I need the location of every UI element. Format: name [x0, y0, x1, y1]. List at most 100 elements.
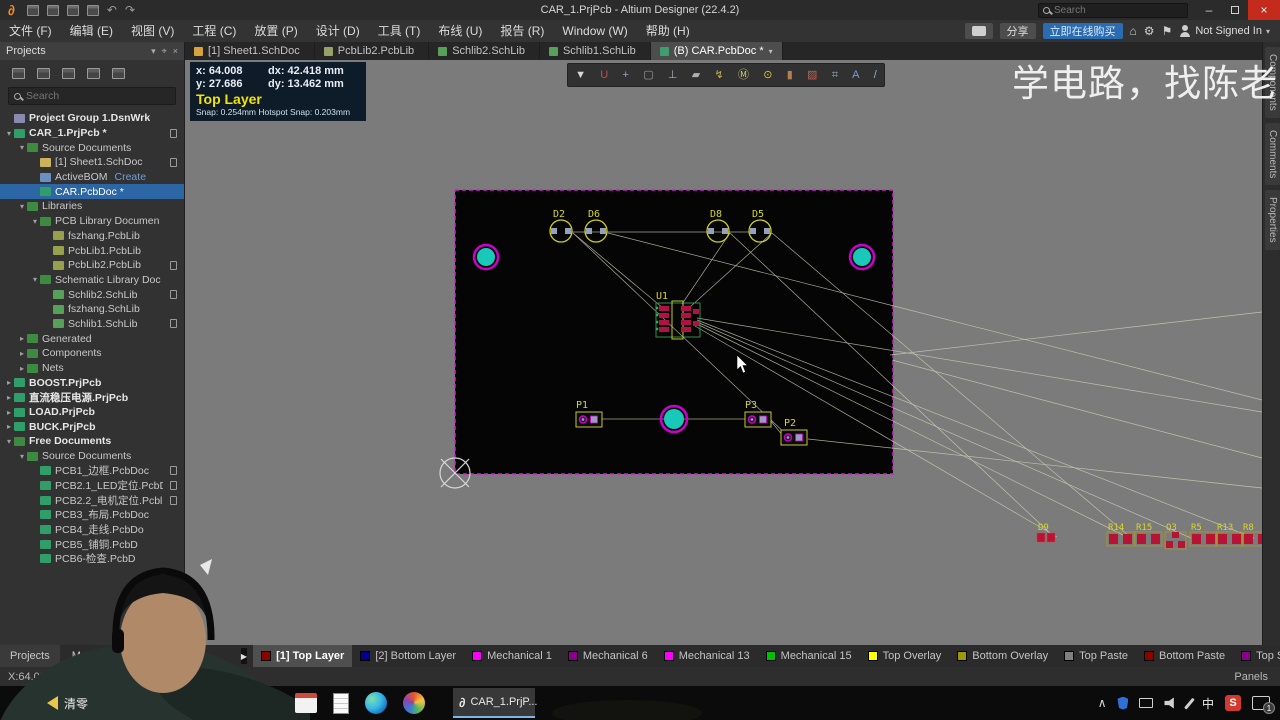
expand-arrow-icon[interactable]: ▸ — [17, 334, 27, 343]
tree-item[interactable]: ▸ LOAD.PrjPcb — [0, 405, 184, 420]
move-icon[interactable]: + — [623, 69, 629, 81]
panel-tab[interactable]: Properties — [1265, 190, 1280, 250]
layer-tab[interactable]: Bottom Overlay — [949, 645, 1056, 667]
selection-icon[interactable]: ▢ — [643, 69, 653, 81]
measure-icon[interactable]: ⊥ — [668, 69, 678, 81]
open-project-icon[interactable] — [86, 4, 99, 16]
layer-scroll-arrow[interactable]: ▶ — [240, 648, 248, 664]
global-search-box[interactable] — [1038, 2, 1188, 18]
tree-item[interactable]: [1] Sheet1.SchDoc — [0, 155, 184, 170]
notepad-icon[interactable] — [333, 692, 349, 714]
save-all-icon[interactable] — [46, 4, 59, 16]
tree-item[interactable]: ▾ Libraries — [0, 199, 184, 214]
via-icon[interactable]: Ⓜ — [738, 69, 749, 81]
menu-item[interactable]: 帮助 (H) — [637, 20, 699, 42]
component-r13[interactable]: R13 — [1215, 523, 1244, 547]
menu-item[interactable]: 布线 (U) — [429, 20, 491, 42]
tree-item[interactable]: ActiveBOM Create — [0, 170, 184, 185]
volume-icon[interactable] — [1164, 697, 1174, 709]
component-d9[interactable]: D9 — [1036, 523, 1056, 543]
dimension-icon[interactable]: ⌗ — [832, 69, 838, 81]
layer-tab[interactable]: [2] Bottom Layer — [352, 645, 464, 667]
share-button[interactable]: 分享 — [999, 23, 1036, 39]
menu-item[interactable]: 放置 (P) — [245, 20, 306, 42]
bottom-tab-messages[interactable]: M — [62, 645, 91, 667]
expand-arrow-icon[interactable]: ▸ — [4, 408, 14, 417]
expand-arrow-icon[interactable]: ▾ — [17, 452, 27, 461]
fill-icon[interactable]: ▨ — [807, 69, 817, 81]
text-icon[interactable]: A — [852, 69, 859, 81]
pcb-editor-canvas[interactable]: D2 D6 D8 D5 U1 P1 P3 P2 D9 R14 R15 Q3 R5… — [185, 60, 1262, 645]
projects-search-box[interactable] — [8, 87, 176, 105]
antivirus-shield-icon[interactable] — [1117, 696, 1129, 710]
gear-icon[interactable]: ⚙ — [1144, 24, 1155, 38]
layer-tab[interactable]: Top Overlay — [860, 645, 950, 667]
tree-item[interactable]: ▸ Components — [0, 346, 184, 361]
expand-arrow-icon[interactable]: ▸ — [4, 378, 14, 387]
ime-language-indicator[interactable]: 中 — [1202, 695, 1214, 712]
pcb-layout[interactable]: D2 D6 D8 D5 U1 P1 P3 P2 D9 R14 R15 Q3 R5… — [185, 60, 1262, 645]
tree-item[interactable]: ▸ BOOST.PrjPcb — [0, 375, 184, 390]
panel-dropdown-icon[interactable]: ▾ — [151, 46, 156, 57]
layer-tab[interactable]: Top Paste — [1056, 645, 1136, 667]
tree-item[interactable]: ▸ Nets — [0, 361, 184, 376]
annotation-tool[interactable]: 清零 — [40, 695, 88, 712]
panel-pin-icon[interactable]: ⌖ — [162, 46, 167, 57]
layer-tab[interactable]: Top Solder — [1233, 645, 1280, 667]
compile-icon[interactable] — [12, 68, 25, 79]
tree-item[interactable]: PCB3_布局.PcbDoc — [0, 508, 184, 523]
redo-icon[interactable]: ↷ — [125, 3, 135, 17]
layer-tab[interactable]: Mechanical 13 — [656, 645, 758, 667]
document-tab[interactable]: PcbLib2.PcbLib — [315, 42, 430, 60]
open-icon[interactable] — [66, 4, 79, 16]
tree-item[interactable]: Schlib1.SchLib — [0, 317, 184, 332]
tree-item[interactable]: PCB5_铺铜.PcbD — [0, 537, 184, 552]
tree-item[interactable]: ▾ PCB Library Documen — [0, 214, 184, 229]
route-icon[interactable]: ↯ — [714, 69, 723, 81]
component-r14[interactable]: R14 — [1106, 523, 1135, 547]
expand-arrow-icon[interactable]: ▾ — [30, 275, 40, 284]
menu-item[interactable]: 工程 (C) — [183, 20, 245, 42]
pad-icon[interactable]: ▮ — [787, 69, 793, 81]
close-button[interactable]: × — [1248, 0, 1280, 20]
expand-arrow-icon[interactable]: ▸ — [4, 422, 14, 431]
tree-item[interactable]: ▾ CAR_1.PrjPcb * — [0, 126, 184, 141]
tree-item[interactable]: ▸ Generated — [0, 331, 184, 346]
expand-arrow-icon[interactable]: ▾ — [17, 143, 27, 152]
sign-in-button[interactable]: Not Signed In ▾ — [1179, 25, 1270, 37]
expand-arrow-icon[interactable]: ▸ — [4, 393, 14, 402]
menu-item[interactable]: 编辑 (E) — [61, 20, 122, 42]
folder-icon[interactable] — [62, 68, 75, 79]
layer-tab[interactable]: Bottom Paste — [1136, 645, 1233, 667]
taskbar-app-icon[interactable] — [295, 693, 317, 713]
notification-center-icon[interactable]: 1 — [1252, 696, 1275, 714]
tree-item[interactable]: ▾ Source Documents — [0, 449, 184, 464]
polygon-icon[interactable]: ▰ — [692, 69, 700, 81]
pin-icon[interactable]: ⊙ — [763, 69, 772, 81]
undo-icon[interactable]: ↶ — [107, 3, 117, 17]
feedback-button[interactable] — [964, 23, 993, 39]
tree-item[interactable]: fszhang.SchLib — [0, 302, 184, 317]
expand-arrow-icon[interactable]: ▸ — [17, 364, 27, 373]
component-r8[interactable]: R8 — [1241, 523, 1262, 547]
tree-item[interactable]: PCB2.1_LED定位.PcbD — [0, 478, 184, 493]
tree-item[interactable]: ▾ Source Documents — [0, 140, 184, 155]
menu-item[interactable]: 设计 (D) — [307, 20, 369, 42]
tray-chevron-icon[interactable]: ∧ — [1098, 696, 1107, 710]
layer-tab[interactable]: Mechanical 6 — [560, 645, 656, 667]
paint-app-icon[interactable] — [403, 692, 425, 714]
expand-arrow-icon[interactable]: ▸ — [17, 349, 27, 358]
panels-button[interactable]: Panels — [1234, 671, 1280, 683]
flag-icon[interactable]: ⚑ — [1162, 24, 1173, 38]
tree-item[interactable]: ▸ BUCK.PrjPcb — [0, 419, 184, 434]
tree-item[interactable]: PCB6-检查.PcbD — [0, 552, 184, 567]
buy-online-button[interactable]: 立即在线购买 — [1042, 23, 1123, 39]
validate-icon[interactable] — [37, 68, 50, 79]
document-tab[interactable]: (B) CAR.PcbDoc * ▾ — [650, 42, 783, 60]
edge-browser-icon[interactable] — [365, 692, 387, 714]
menu-item[interactable]: 文件 (F) — [0, 20, 61, 42]
filter-icon[interactable]: ▼ — [575, 69, 586, 81]
line-icon[interactable]: / — [874, 69, 877, 81]
tree-item[interactable]: PCB1_边框.PcbDoc — [0, 464, 184, 479]
tree-item[interactable]: PCB4_走线.PcbDo — [0, 522, 184, 537]
